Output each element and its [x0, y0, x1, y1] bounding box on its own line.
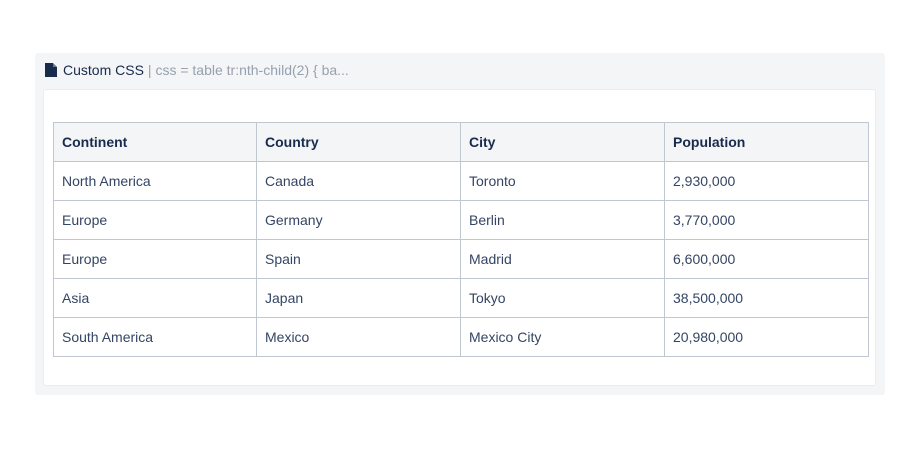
custom-css-macro: Custom CSS | css = table tr:nth-child(2)…: [35, 53, 885, 395]
cell-country: Canada: [256, 161, 461, 201]
cell-country: Spain: [256, 239, 461, 279]
macro-header[interactable]: Custom CSS | css = table tr:nth-child(2)…: [45, 61, 349, 79]
macro-body: Continent Country City Population North …: [43, 89, 876, 386]
cell-country: Mexico: [256, 317, 461, 357]
cell-continent: South America: [53, 317, 257, 357]
data-table: Continent Country City Population North …: [53, 122, 869, 357]
cell-population: 38,500,000: [664, 278, 869, 318]
header-country: Country: [256, 122, 461, 162]
table-row: Europe Germany Berlin 3,770,000: [53, 200, 869, 240]
cell-city: Tokyo: [460, 278, 665, 318]
cell-country: Japan: [256, 278, 461, 318]
cell-country: Germany: [256, 200, 461, 240]
cell-population: 2,930,000: [664, 161, 869, 201]
table-header-row: Continent Country City Population: [53, 122, 869, 162]
table-row: Europe Spain Madrid 6,600,000: [53, 239, 869, 279]
macro-title: Custom CSS: [63, 62, 144, 78]
header-city: City: [460, 122, 665, 162]
cell-city: Madrid: [460, 239, 665, 279]
table-row: Asia Japan Tokyo 38,500,000: [53, 278, 869, 318]
cell-city: Mexico City: [460, 317, 665, 357]
cell-continent: Europe: [53, 200, 257, 240]
cell-continent: Europe: [53, 239, 257, 279]
cell-city: Toronto: [460, 161, 665, 201]
header-continent: Continent: [53, 122, 257, 162]
macro-params: | css = table tr:nth-child(2) { ba...: [147, 62, 349, 78]
cell-population: 3,770,000: [664, 200, 869, 240]
document-icon: [45, 63, 57, 77]
cell-population: 20,980,000: [664, 317, 869, 357]
header-population: Population: [664, 122, 869, 162]
table-row: South America Mexico Mexico City 20,980,…: [53, 317, 869, 357]
table-row: North America Canada Toronto 2,930,000: [53, 161, 869, 201]
cell-continent: North America: [53, 161, 257, 201]
cell-city: Berlin: [460, 200, 665, 240]
cell-continent: Asia: [53, 278, 257, 318]
cell-population: 6,600,000: [664, 239, 869, 279]
